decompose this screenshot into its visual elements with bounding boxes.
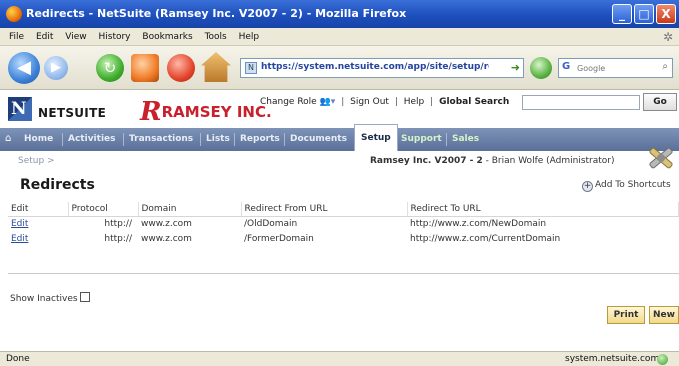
edit-link[interactable]: Edit [11,234,28,244]
menu-view[interactable]: View [65,28,86,46]
column-header-redirect-from[interactable]: Redirect From URL [241,202,408,217]
netsuite-logo-icon: N [8,97,32,121]
status-bar: Done system.netsuite.com [0,351,679,366]
tab-support[interactable]: Support [401,128,442,151]
show-inactives-checkbox[interactable] [79,292,90,302]
forward-button[interactable]: ▶ [44,56,68,80]
roles-icon[interactable]: 👥▾ [320,97,336,107]
sign-out-link[interactable]: Sign Out [350,97,389,107]
setup-tools-icon [649,147,673,169]
tab-activities[interactable]: Activities [68,128,116,151]
account-name: Ramsey Inc. V2007 - 2 [370,156,483,166]
print-button[interactable]: Print [607,306,645,324]
user-name: - Brian Wolfe (Administrator) [482,156,615,166]
go-arrow-icon[interactable]: ➜ [511,61,520,74]
home-button[interactable] [201,52,231,82]
window-title-bar: Redirects - NetSuite (Ramsey Inc. V2007 … [0,0,679,28]
column-header-domain[interactable]: Domain [138,202,242,217]
app-header: N NETSUITE RRAMSEY INC. Change Role 👥▾ |… [0,90,679,128]
tab-documents[interactable]: Documents [290,128,347,151]
url-text[interactable]: https://system.netsuite.com/app/site/set… [261,62,489,72]
print-icon[interactable] [131,54,159,82]
show-inactives-label: Show Inactives [10,294,78,304]
menu-help[interactable]: Help [239,28,260,46]
site-identity-icon[interactable]: N [245,62,257,74]
page-title: Redirects [20,177,95,193]
web-search-box[interactable]: G ⌕ [558,58,673,78]
redirect-to-cell: http://www.z.com/CurrentDomain [410,233,561,244]
throbber-icon: ✲ [662,30,673,44]
column-header-edit[interactable]: Edit [8,202,69,217]
redirect-to-cell: http://www.z.com/NewDomain [410,218,547,229]
domain-cell: www.z.com [141,233,192,244]
tab-transactions[interactable]: Transactions [129,128,193,151]
firefox-icon [6,6,22,22]
table-row: Edit http:// www.z.com /OldDomain http:/… [8,216,679,231]
breadcrumb-row: Setup > Ramsey Inc. V2007 - 2 - Brian Wo… [0,151,679,171]
edit-link[interactable]: Edit [11,219,28,229]
breadcrumb[interactable]: Setup > [18,156,55,166]
netsuite-logo-text: NETSUITE [38,106,107,120]
tab-home[interactable]: Home [24,128,53,151]
web-search-input[interactable] [577,61,647,75]
search-icon[interactable]: ⌕ [662,61,668,72]
add-to-shortcuts-label[interactable]: Add To Shortcuts [595,180,671,190]
stop-button[interactable] [167,54,195,82]
close-button[interactable]: X [656,4,676,24]
table-header-row: Edit Protocol Domain Redirect From URL R… [8,202,679,217]
user-info: Ramsey Inc. V2007 - 2 - Brian Wolfe (Adm… [370,156,615,166]
protocol-cell: http:// [104,218,132,229]
status-host: system.netsuite.com [565,354,660,364]
tab-setup[interactable]: Setup [354,124,398,151]
protocol-cell: http:// [104,233,132,244]
show-inactives-control: Show Inactives [10,292,90,304]
table-row: Edit http:// www.z.com /FormerDomain htt… [8,231,679,246]
menu-bar: File Edit View History Bookmarks Tools H… [0,28,679,46]
address-bar[interactable]: N https://system.netsuite.com/app/site/s… [240,58,524,78]
company-logo: RRAMSEY INC. [140,97,272,127]
navigation-toolbar: ◀ ▶ ↻ N https://system.netsuite.com/app/… [0,46,679,90]
menu-tools[interactable]: Tools [205,28,227,46]
global-search-input[interactable] [522,95,640,110]
global-search-label: Global Search [439,97,510,107]
back-button[interactable]: ◀ [8,52,40,84]
menu-edit[interactable]: Edit [36,28,53,46]
tab-lists[interactable]: Lists [206,128,230,151]
add-to-shortcuts-link[interactable]: + Add To Shortcuts [582,180,671,192]
new-button[interactable]: New [649,306,679,324]
global-search-go-button[interactable]: Go [643,93,677,111]
reload-button[interactable]: ↻ [96,54,124,82]
status-text: Done [6,354,30,364]
menu-file[interactable]: File [9,28,24,46]
tab-reports[interactable]: Reports [240,128,280,151]
change-role-link[interactable]: Change Role [260,97,317,107]
redirect-from-cell: /FormerDomain [244,233,314,244]
company-logo-text: RAMSEY INC. [161,103,272,121]
menu-bookmarks[interactable]: Bookmarks [142,28,192,46]
go-button[interactable] [530,57,552,79]
header-links: Change Role 👥▾ | Sign Out | Help | Globa… [260,97,510,107]
window-title: Redirects - NetSuite (Ramsey Inc. V2007 … [26,7,407,20]
tab-sales[interactable]: Sales [452,128,479,151]
google-icon: G [562,61,571,72]
redirect-from-cell: /OldDomain [244,218,298,229]
redirects-table: Edit Protocol Domain Redirect From URL R… [8,202,679,246]
main-tab-bar: ⌂ Home Activities Transactions Lists Rep… [0,124,679,151]
menu-history[interactable]: History [98,28,130,46]
column-header-redirect-to[interactable]: Redirect To URL [407,202,679,217]
minimize-button[interactable]: _ [612,4,632,24]
secure-connection-icon[interactable] [657,354,668,365]
column-header-protocol[interactable]: Protocol [68,202,139,217]
add-icon: + [582,181,593,192]
table-bottom-divider [8,273,679,274]
domain-cell: www.z.com [141,218,192,229]
home-tab-icon[interactable]: ⌂ [5,133,19,145]
maximize-button[interactable]: □ [634,4,654,24]
help-link[interactable]: Help [404,97,425,107]
